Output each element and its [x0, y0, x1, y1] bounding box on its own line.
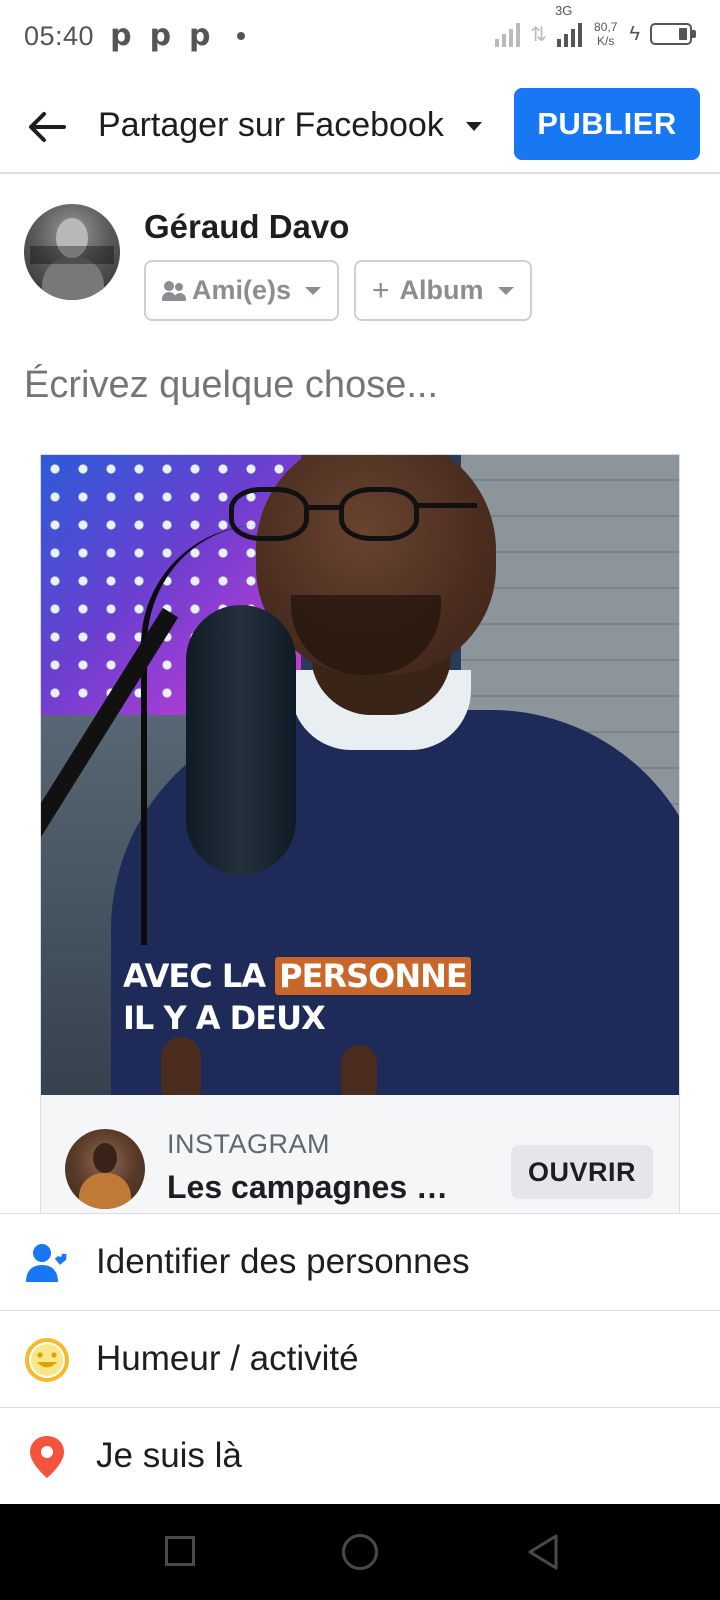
option-label: Je suis là — [96, 1436, 242, 1475]
caption-line2: IL Y A DEUX — [123, 999, 326, 1037]
charging-bolt-icon: ϟ — [629, 22, 640, 45]
link-preview-bar: INSTAGRAM Les campagnes publicitaires OU… — [41, 1095, 679, 1213]
option-tag-people[interactable]: Identifier des personnes — [0, 1214, 720, 1311]
open-link-button[interactable]: OUVRIR — [511, 1145, 653, 1199]
album-selector-button[interactable]: + Album — [354, 260, 532, 321]
signal-sim1-icon — [495, 21, 521, 47]
author-name: Géraud Davo — [144, 208, 350, 245]
signal-sim2-icon — [557, 21, 583, 47]
chevron-down-icon — [497, 286, 514, 295]
home-icon[interactable] — [342, 1534, 378, 1570]
tag-people-icon — [26, 1244, 67, 1282]
network-speed-value: 80,7 — [594, 20, 618, 34]
option-check-in[interactable]: Je suis là — [0, 1408, 720, 1505]
plus-icon: + — [372, 273, 390, 307]
location-pin-icon — [30, 1436, 64, 1478]
friends-icon — [162, 280, 186, 301]
status-indicators: ⇅ 3G 80,7 K/s ϟ — [495, 3, 696, 48]
audience-selector-button[interactable]: Ami(e)s — [144, 260, 339, 321]
link-source: INSTAGRAM — [167, 1129, 331, 1159]
network-3g-indicator: 3G — [555, 3, 583, 47]
network-speed: 80,7 K/s — [594, 20, 617, 48]
chevron-down-icon — [305, 286, 321, 295]
status-time: 05:40 — [24, 20, 95, 51]
source-avatar — [65, 1129, 145, 1209]
back-triangle-icon[interactable] — [524, 1532, 564, 1572]
status-bar: 05:40 p p p ⇅ 3G 80,7 K/s ϟ — [0, 0, 720, 72]
option-label: Identifier des personnes — [96, 1242, 470, 1281]
shared-post-preview[interactable]: AVEC LA PERSONNE IL Y A DEUX INSTAGRAM L… — [40, 454, 680, 1214]
caption-highlight: PERSONNE — [275, 957, 471, 995]
notification-icons: p p p — [110, 18, 245, 53]
publish-button[interactable]: PUBLIER — [514, 88, 700, 160]
shared-video-thumbnail[interactable]: AVEC LA PERSONNE IL Y A DEUX — [41, 455, 679, 1095]
network-type-label: 3G — [555, 3, 573, 18]
recent-apps-icon[interactable] — [165, 1536, 195, 1566]
caption-line1: AVEC LA — [123, 957, 276, 995]
option-feeling-activity[interactable]: Humeur / activité — [0, 1311, 720, 1408]
more-notifications-dot-icon — [236, 32, 245, 40]
share-destination-title[interactable]: Partager sur Facebook — [98, 106, 458, 145]
notification-p-icon: p — [189, 18, 211, 53]
battery-icon — [650, 23, 696, 45]
link-title: Les campagnes publicitaires — [167, 1169, 467, 1205]
option-label: Humeur / activité — [96, 1339, 359, 1378]
network-speed-unit: K/s — [597, 34, 615, 48]
chevron-down-icon[interactable] — [466, 122, 482, 131]
back-arrow-icon[interactable] — [24, 104, 70, 150]
post-text-input[interactable] — [24, 364, 684, 407]
smiley-icon — [25, 1338, 69, 1382]
system-navigation-bar — [0, 1504, 720, 1600]
data-arrows-icon: ⇅ — [530, 23, 548, 46]
notification-p-icon: p — [110, 18, 132, 53]
video-caption: AVEC LA PERSONNE IL Y A DEUX — [123, 955, 471, 1039]
post-options-list: Identifier des personnes Humeur / activi… — [0, 1213, 720, 1505]
notification-p-icon: p — [149, 18, 172, 53]
audience-label: Ami(e)s — [191, 275, 291, 305]
share-header: Partager sur Facebook PUBLIER — [0, 80, 720, 174]
album-label: Album — [399, 275, 484, 305]
avatar — [24, 204, 120, 300]
